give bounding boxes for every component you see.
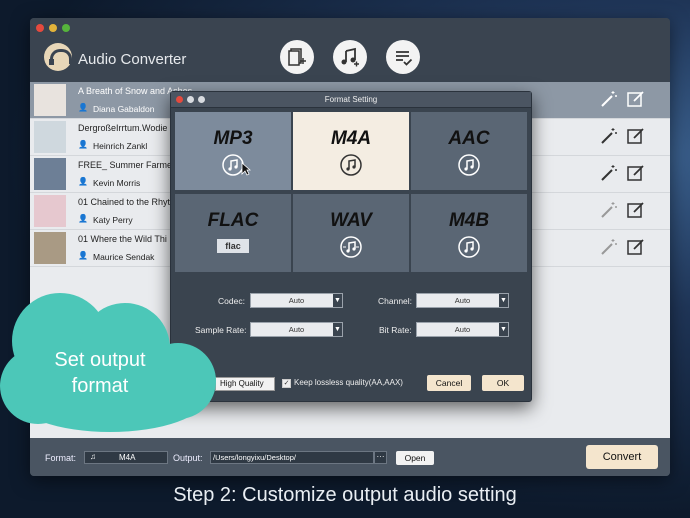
album-thumbnail (34, 158, 66, 190)
album-thumbnail (34, 84, 66, 116)
dialog-title-bar: Format Setting (171, 92, 531, 108)
channel-label: Channel: (378, 296, 413, 306)
ok-button[interactable]: OK (482, 375, 524, 391)
close-button[interactable] (36, 24, 44, 32)
add-files-button[interactable] (280, 40, 314, 74)
format-option-mp3[interactable]: MP3 (175, 112, 291, 190)
album-thumbnail (34, 121, 66, 153)
output-label: Output: (173, 453, 203, 463)
format-option-flac[interactable]: FLAC flac (175, 194, 291, 272)
bit-rate-value: Auto (454, 325, 471, 334)
album-thumbnail (34, 232, 66, 264)
person-icon: 👤 (78, 251, 88, 260)
headphones-logo-icon (44, 43, 77, 71)
track-author: Heinrich Zankl (93, 141, 148, 151)
flac-icon: flac (217, 239, 249, 253)
bit-rate-select[interactable]: Auto ▼ (416, 322, 509, 337)
format-select[interactable]: ♫ M4A (84, 451, 168, 464)
magic-wand-icon[interactable] (600, 164, 618, 182)
person-icon: 👤 (78, 103, 88, 112)
format-label: Format: (45, 453, 77, 463)
codec-value: Auto (288, 296, 305, 305)
edit-icon[interactable] (626, 126, 646, 146)
format-value: M4A (119, 453, 136, 462)
format-option-m4b[interactable]: M4B (411, 194, 527, 272)
callout-line-1: Set output (54, 349, 146, 371)
sample-rate-value: Auto (288, 325, 305, 334)
checklist-icon (396, 51, 413, 66)
album-thumbnail (34, 195, 66, 227)
track-title: DergroßeIrrtum.Wodie (78, 123, 168, 133)
chevron-down-icon: ▼ (333, 294, 342, 307)
cancel-button[interactable]: Cancel (427, 375, 471, 391)
edit-icon[interactable] (626, 237, 646, 257)
track-author: Diana Gabaldon (93, 104, 155, 114)
magic-wand-icon[interactable] (600, 90, 618, 108)
format-name: AAC (448, 128, 490, 149)
format-grid: MP3 M4A AAC FLAC flac WAV M4B (175, 112, 529, 273)
zoom-button[interactable] (62, 24, 70, 32)
chevron-down-icon: ▼ (499, 294, 508, 307)
dialog-title: Format Setting (324, 95, 378, 104)
music-note-icon (458, 154, 480, 176)
sample-rate-select[interactable]: Auto ▼ (250, 322, 343, 337)
format-name: M4B (448, 210, 490, 231)
track-author: Maurice Sendak (93, 252, 155, 262)
format-name: M4A (330, 128, 372, 149)
step-caption: Step 2: Customize output audio setting (173, 484, 517, 506)
person-icon: 👤 (78, 140, 88, 149)
add-music-icon (341, 47, 359, 67)
output-path-field[interactable]: /Users/longyixu/Desktop/ (210, 451, 374, 464)
person-icon: 👤 (78, 177, 88, 186)
format-option-wav[interactable]: WAV (293, 194, 409, 272)
format-option-m4a[interactable]: M4A (293, 112, 409, 190)
track-title: 01 Where the Wild Thi (78, 234, 167, 244)
music-note-icon (458, 236, 480, 258)
music-note-icon: ♫ (90, 452, 96, 461)
format-name: FLAC (207, 210, 259, 231)
magic-wand-icon[interactable] (600, 127, 618, 145)
edit-icon[interactable] (626, 200, 646, 220)
callout-line-2: format (71, 375, 129, 397)
wave-music-icon (340, 236, 362, 258)
add-music-button[interactable] (333, 40, 367, 74)
channel-select[interactable]: Auto ▼ (416, 293, 509, 308)
chevron-down-icon: ▼ (499, 323, 508, 336)
open-button[interactable]: Open (396, 451, 434, 465)
chevron-down-icon: ▼ (333, 323, 342, 336)
codec-select[interactable]: Auto ▼ (250, 293, 343, 308)
format-option-aac[interactable]: AAC (411, 112, 527, 190)
keep-lossless-label: Keep lossless quality(AA,AAX) (294, 378, 403, 387)
person-icon: 👤 (78, 214, 88, 223)
channel-value: Auto (454, 296, 471, 305)
track-author: Katy Perry (93, 215, 133, 225)
callout-text: Set output format (20, 347, 180, 399)
window-controls (36, 24, 70, 32)
convert-button[interactable]: Convert (586, 445, 658, 469)
cursor-icon (241, 162, 251, 176)
keep-lossless-checkbox[interactable]: ✓ (282, 379, 291, 388)
browse-button[interactable]: ··· (374, 451, 387, 464)
app-title: Audio Converter (78, 51, 187, 68)
magic-wand-icon[interactable] (600, 201, 618, 219)
add-file-icon (288, 48, 306, 66)
title-bar: Audio Converter (30, 18, 670, 82)
music-note-icon (340, 154, 362, 176)
minimize-button[interactable] (49, 24, 57, 32)
track-author: Kevin Morris (93, 178, 141, 188)
task-list-button[interactable] (386, 40, 420, 74)
edit-icon[interactable] (626, 163, 646, 183)
track-title: FREE_ Summer Farmer (78, 160, 176, 170)
bit-rate-label: Bit Rate: (379, 325, 412, 335)
magic-wand-icon[interactable] (600, 238, 618, 256)
format-name: WAV (330, 210, 372, 231)
edit-icon[interactable] (626, 89, 646, 109)
format-name: MP3 (213, 128, 253, 149)
track-title: 01 Chained to the Rhyt (78, 197, 171, 207)
